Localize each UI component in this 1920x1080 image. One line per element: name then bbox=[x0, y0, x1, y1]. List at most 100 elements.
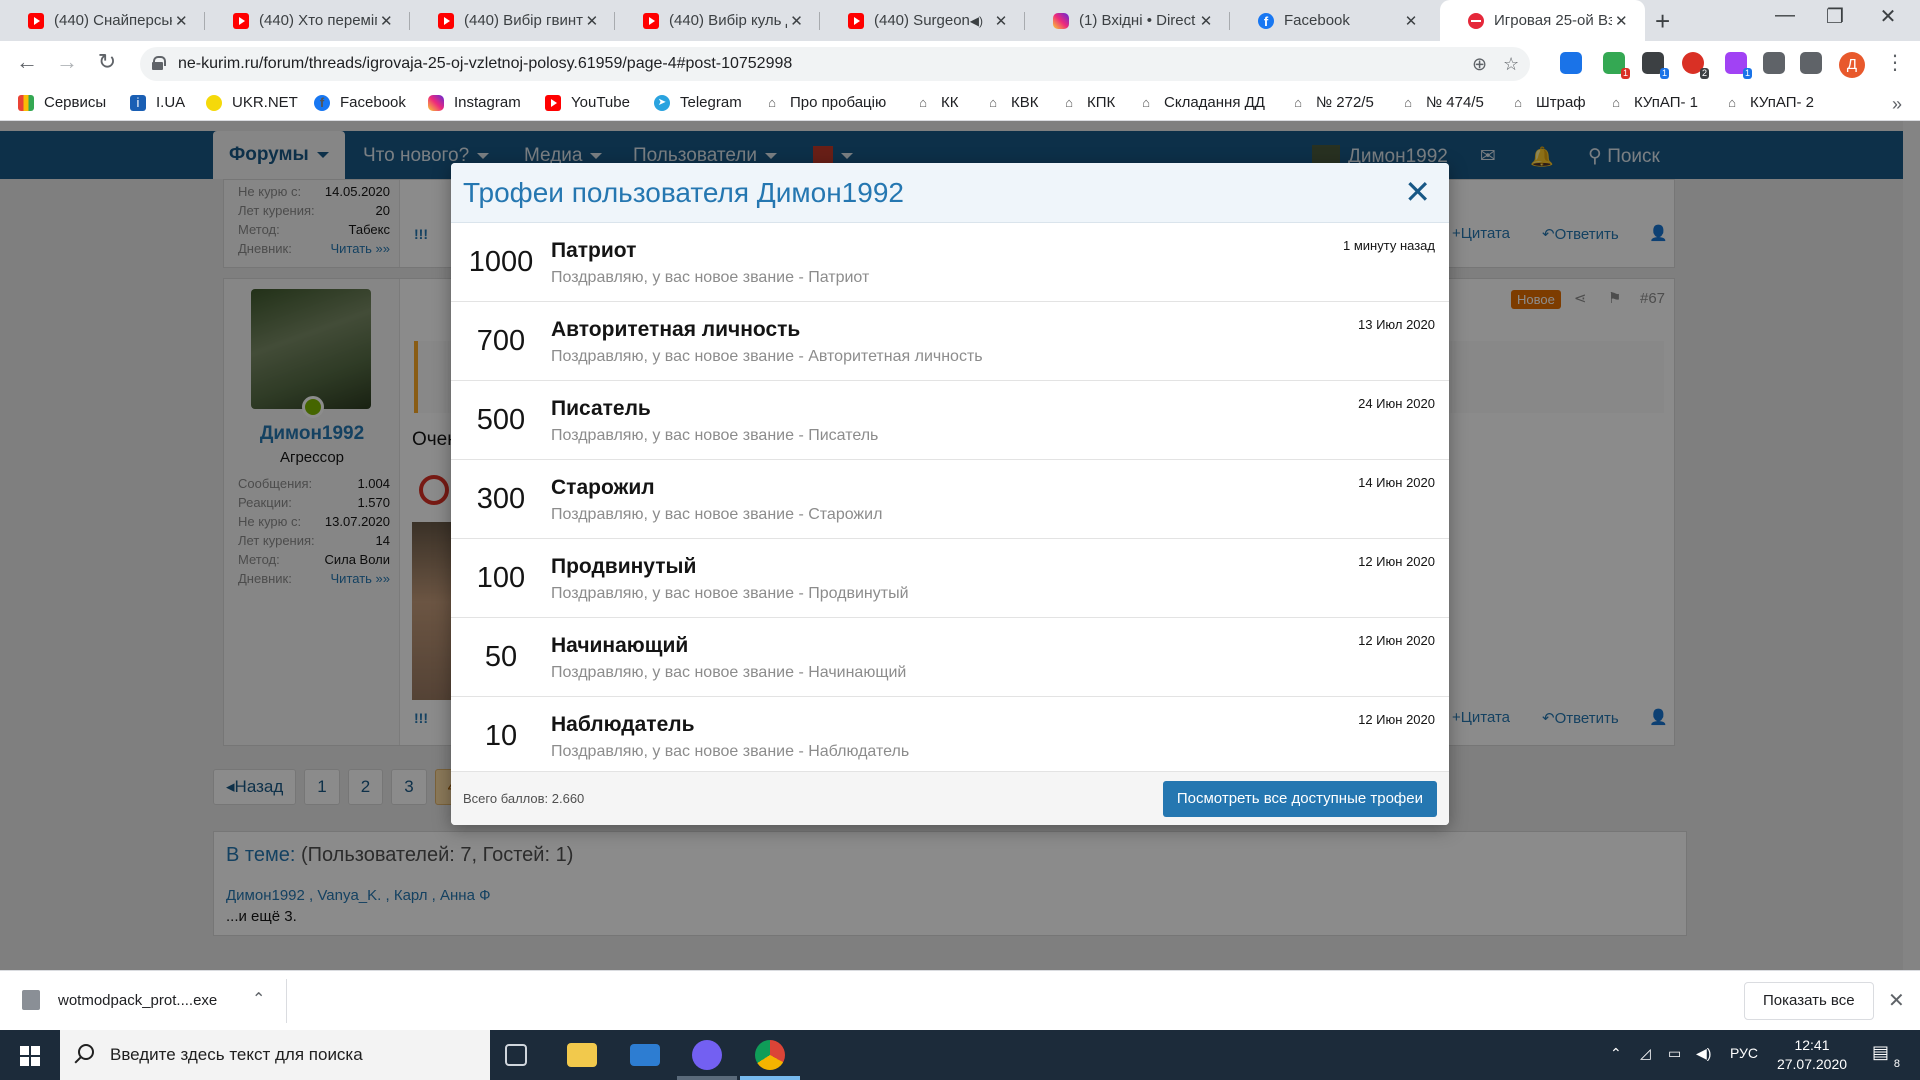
browser-tab[interactable]: (440) Surgeon ◀) ✕ bbox=[820, 0, 1025, 41]
bookmark-item[interactable]: ⌂ Штраф bbox=[1510, 94, 1586, 111]
ukrnet-icon bbox=[206, 94, 222, 111]
close-tab-icon[interactable]: ✕ bbox=[991, 12, 1011, 30]
shield-extension-icon[interactable]: 1 bbox=[1603, 52, 1630, 79]
playlist-extension-icon[interactable] bbox=[1800, 52, 1822, 74]
mail-icon[interactable] bbox=[630, 1044, 660, 1066]
network-icon[interactable]: ◿ bbox=[1640, 1045, 1651, 1062]
browser-tab[interactable]: (1) Вхідні • Direct ✕ bbox=[1025, 0, 1230, 41]
trophy-row: 50 Начинающий Поздравляю, у вас новое зв… bbox=[451, 618, 1449, 697]
youtube-icon bbox=[545, 94, 561, 111]
battery-icon[interactable]: ▭ bbox=[1668, 1045, 1681, 1062]
modal-header: Трофеи пользователя Димон1992 ✕ bbox=[451, 163, 1449, 223]
view-all-trophies-button[interactable]: Посмотреть все доступные трофеи bbox=[1162, 781, 1437, 817]
bookmark-item[interactable]: i I.UA bbox=[130, 94, 185, 111]
close-tab-icon[interactable]: ✕ bbox=[1196, 12, 1216, 30]
chrome-menu-icon[interactable]: ⋮ bbox=[1885, 50, 1905, 75]
bookmark-item[interactable]: ➤ Telegram bbox=[654, 94, 742, 111]
file-icon bbox=[22, 990, 40, 1010]
install-icon[interactable]: ⊕ bbox=[1472, 54, 1487, 75]
browser-tab[interactable]: (440) Вибір гвинтів ✕ bbox=[410, 0, 615, 41]
browser-tab[interactable]: (440) Хто переміг ✕ bbox=[205, 0, 410, 41]
more-bookmarks-icon[interactable]: » bbox=[1892, 94, 1902, 115]
instagram-icon bbox=[428, 94, 444, 111]
chevron-up-icon[interactable]: ⌃ bbox=[252, 989, 265, 1009]
notifications-icon[interactable]: ▤ 8 bbox=[1872, 1042, 1900, 1070]
profile-avatar[interactable]: Д bbox=[1839, 52, 1865, 78]
bookmark-item[interactable]: ⌂ КВК bbox=[985, 94, 1038, 111]
volume-icon[interactable]: ◀) bbox=[1696, 1045, 1711, 1062]
reload-button[interactable]: ↻ bbox=[92, 49, 122, 75]
building-icon: ⌂ bbox=[919, 94, 927, 110]
bookmark-item[interactable]: ⌂ КК bbox=[915, 94, 958, 111]
speaker-icon[interactable]: ◀) bbox=[970, 14, 983, 28]
close-tab-icon[interactable]: ✕ bbox=[377, 12, 396, 30]
bookmark-item[interactable]: Instagram bbox=[428, 94, 521, 111]
close-tab-icon[interactable]: ✕ bbox=[787, 12, 806, 30]
close-icon[interactable]: ✕ bbox=[1404, 173, 1431, 211]
bookmark-item[interactable]: YouTube bbox=[545, 94, 630, 111]
bookmark-item[interactable]: Сервисы bbox=[18, 94, 106, 111]
browser-tab-active[interactable]: Игровая 25-ой Вз ✕ bbox=[1440, 0, 1645, 41]
trophy-date: 24 Июн 2020 bbox=[1358, 396, 1435, 411]
send-extension-icon[interactable]: 1 bbox=[1725, 52, 1752, 79]
bookmark-item[interactable]: f Facebook bbox=[314, 94, 406, 111]
viber-icon[interactable] bbox=[692, 1040, 722, 1070]
puzzle-extension-icon[interactable] bbox=[1763, 52, 1785, 74]
adblock-extension-icon[interactable]: 2 bbox=[1682, 52, 1709, 79]
trophy-points: 1000 bbox=[468, 246, 534, 278]
id-extension-icon[interactable] bbox=[1560, 52, 1582, 74]
chrome-icon[interactable] bbox=[755, 1040, 785, 1070]
show-all-downloads-button[interactable]: Показать все bbox=[1744, 982, 1874, 1020]
back-button[interactable]: ← bbox=[12, 49, 42, 75]
keyboard-language[interactable]: РУС bbox=[1730, 1045, 1758, 1061]
trophy-points: 500 bbox=[476, 404, 526, 436]
close-tab-icon[interactable]: ✕ bbox=[1612, 12, 1631, 30]
trophies-modal: Трофеи пользователя Димон1992 ✕ 1000 Пат… bbox=[451, 163, 1449, 825]
url-text[interactable]: ne-kurim.ru/forum/threads/igrovaja-25-oj… bbox=[178, 55, 792, 73]
bookmark-item[interactable]: ⌂ КПК bbox=[1061, 94, 1115, 111]
browser-tab[interactable]: (440) Вибір куль д ✕ bbox=[615, 0, 820, 41]
show-hidden-icons[interactable]: ⌃ bbox=[1610, 1045, 1622, 1062]
taskbar-search[interactable]: Введите здесь текст для поиска bbox=[60, 1030, 490, 1080]
trophy-name: Наблюдатель bbox=[551, 713, 695, 736]
facebook-icon: f bbox=[1258, 12, 1274, 29]
bookmark-item[interactable]: ⌂ Складання ДД bbox=[1138, 94, 1265, 111]
task-view-icon[interactable] bbox=[505, 1044, 527, 1066]
trophy-name: Продвинутый bbox=[551, 555, 697, 578]
building-icon: ⌂ bbox=[1728, 94, 1736, 110]
bookmark-item[interactable]: ⌂ КУпАП- 2 bbox=[1724, 94, 1814, 111]
tab-label: Facebook bbox=[1284, 12, 1350, 29]
bookmark-item[interactable]: ⌂ Про пробацію bbox=[764, 94, 886, 111]
close-icon[interactable]: ✕ bbox=[1888, 988, 1905, 1013]
close-tab-icon[interactable]: ✕ bbox=[583, 12, 601, 30]
close-tab-icon[interactable]: ✕ bbox=[172, 12, 191, 30]
new-tab-button[interactable]: + bbox=[1655, 6, 1670, 37]
lock-icon[interactable] bbox=[152, 56, 166, 70]
box-extension-icon[interactable]: 1 bbox=[1642, 52, 1669, 79]
download-item[interactable]: wotmodpack_prot....exe bbox=[22, 990, 217, 1010]
trophy-points: 100 bbox=[476, 562, 526, 594]
youtube-icon bbox=[438, 12, 454, 29]
forward-button[interactable]: → bbox=[52, 49, 82, 75]
start-button[interactable] bbox=[0, 1030, 60, 1080]
bookmark-item[interactable]: ⌂ № 474/5 bbox=[1400, 94, 1484, 111]
file-explorer-icon[interactable] bbox=[567, 1043, 597, 1067]
close-tab-icon[interactable]: ✕ bbox=[1401, 12, 1421, 30]
tab-label: (440) Вибір куль д bbox=[669, 12, 788, 29]
building-icon: ⌂ bbox=[1612, 94, 1620, 110]
browser-tab[interactable]: (440) Снайперськ ✕ bbox=[0, 0, 205, 41]
restore-button[interactable]: ❐ bbox=[1805, 4, 1865, 29]
trophy-description: Поздравляю, у вас новое звание - Наблюда… bbox=[551, 743, 910, 760]
trophy-points: 700 bbox=[476, 325, 526, 357]
browser-tab[interactable]: f Facebook ✕ bbox=[1230, 0, 1435, 41]
youtube-icon bbox=[233, 12, 249, 29]
bookmark-item[interactable]: UKR.NET bbox=[206, 94, 298, 111]
bookmark-item[interactable]: ⌂ КУпАП- 1 bbox=[1608, 94, 1698, 111]
bookmark-star-icon[interactable]: ☆ bbox=[1503, 54, 1519, 75]
bookmark-item[interactable]: ⌂ № 272/5 bbox=[1290, 94, 1374, 111]
close-window-button[interactable]: ✕ bbox=[1858, 4, 1918, 29]
trophy-date: 14 Июн 2020 bbox=[1358, 475, 1435, 490]
trophy-name: Старожил bbox=[551, 476, 655, 499]
system-clock[interactable]: 12:41 27.07.2020 bbox=[1772, 1036, 1852, 1074]
address-bar[interactable]: ne-kurim.ru/forum/threads/igrovaja-25-oj… bbox=[140, 47, 1530, 81]
